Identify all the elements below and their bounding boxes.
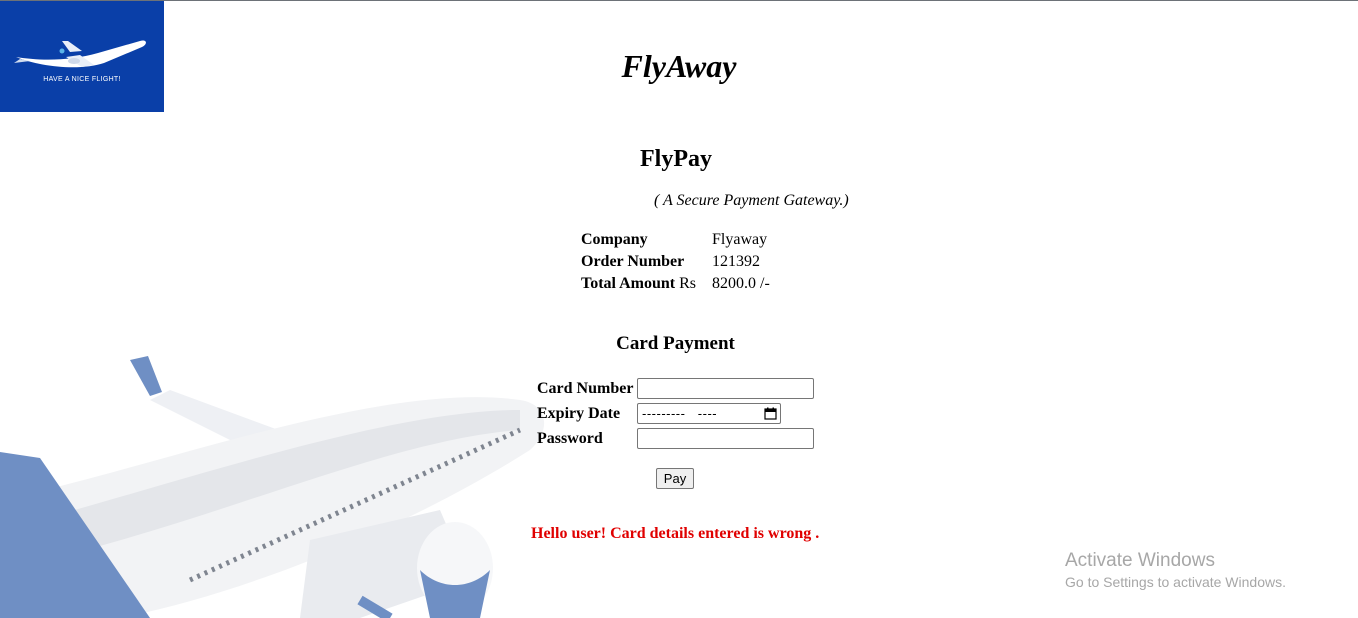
order-details: Company Flyaway Order Number 121392 Tota… — [581, 230, 770, 296]
detail-label: Total Amount Rs — [581, 275, 697, 292]
card-number-label: Card Number — [537, 379, 634, 397]
expiry-date-placeholder: --------- ---- — [642, 406, 718, 421]
detail-value: 121392 — [712, 253, 760, 270]
expiry-date-row: Expiry Date --------- ---- — [537, 401, 814, 426]
detail-label: Order Number — [581, 253, 685, 270]
payment-gateway-subtitle: ( A Secure Payment Gateway.) — [654, 192, 849, 209]
password-label: Password — [537, 429, 603, 447]
password-input[interactable] — [637, 428, 814, 449]
card-payment-form: Card Number Expiry Date --------- ---- P… — [537, 376, 814, 451]
watermark-subtitle: Go to Settings to activate Windows. — [1065, 574, 1286, 590]
card-payment-title: Card Payment — [616, 333, 735, 354]
error-message: Hello user! Card details entered is wron… — [531, 525, 820, 542]
expiry-date-input[interactable]: --------- ---- — [637, 403, 781, 424]
calendar-icon[interactable] — [764, 407, 777, 420]
watermark-title: Activate Windows — [1065, 550, 1215, 571]
detail-row-company: Company Flyaway — [581, 230, 770, 252]
pay-button[interactable]: Pay — [656, 468, 694, 489]
site-title: FlyAway — [621, 48, 737, 84]
detail-value: Flyaway — [712, 231, 768, 248]
card-number-row: Card Number — [537, 376, 814, 401]
detail-value: 8200.0 /- — [712, 275, 770, 292]
detail-label: Company — [581, 231, 648, 248]
top-border — [0, 0, 1358, 1]
payment-gateway-title: FlyPay — [640, 146, 712, 172]
airplane-background-image — [0, 356, 545, 618]
windows-activation-watermark: Activate Windows Go to Settings to activ… — [1065, 550, 1286, 591]
card-number-input[interactable] — [637, 378, 814, 399]
detail-row-total-amount: Total Amount Rs 8200.0 /- — [581, 274, 770, 296]
password-row: Password — [537, 426, 814, 451]
expiry-date-label: Expiry Date — [537, 404, 621, 422]
detail-row-order-number: Order Number 121392 — [581, 252, 770, 274]
